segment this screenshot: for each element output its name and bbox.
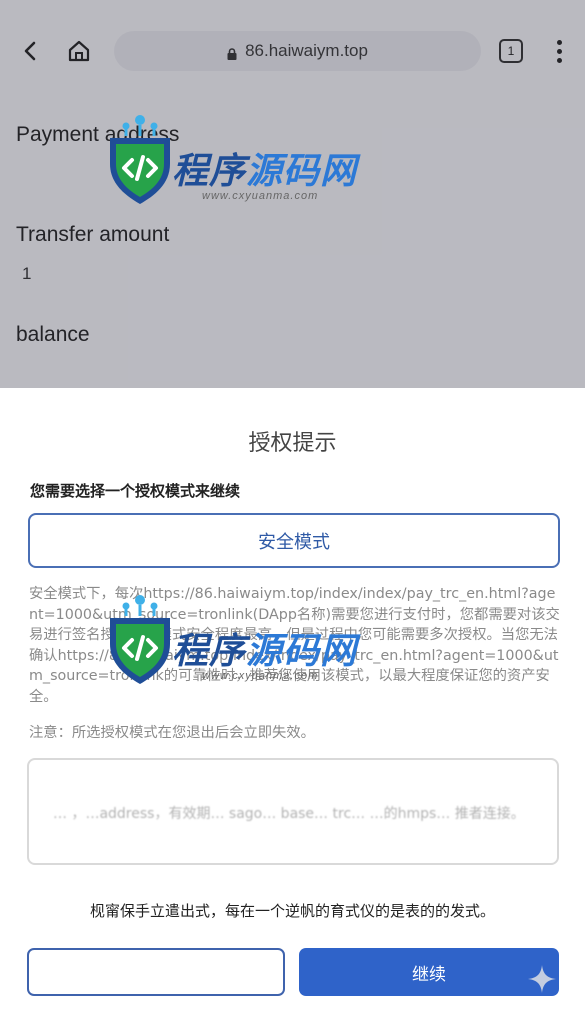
watermark-url: www.cxyuanma.com [202, 670, 319, 682]
expiry-note: 注意：所选授权模式在您退出后会立即失效。 [29, 725, 315, 741]
watermark-name: 程序源码网 [172, 151, 358, 192]
watermark-name: 程序源码网 [172, 631, 358, 672]
watermark-logo: 程序源码网 www.cxyuanma.com [104, 112, 374, 222]
sheet-title: 授权提示 [248, 431, 337, 456]
continue-button[interactable]: 继续 [299, 948, 559, 996]
watermark-logo: 程序源码网 www.cxyuanma.com [104, 592, 374, 702]
shield-code-icon [110, 595, 170, 684]
shield-code-icon [110, 115, 170, 204]
authorization-sheet: 授权提示 您需要选择一个授权模式来继续 安全模式 安全模式下，每次https:/… [0, 388, 585, 1024]
watermark-url: www.cxyuanma.com [202, 190, 319, 202]
footer-note: 枧甯保手立遣出式，每在一个逆帆的育式仪的是表的的发式。 [89, 902, 495, 920]
alternate-mode-text: … ，…address，有效期… sago… base… trc… …的hmps… [53, 806, 525, 822]
mode-prompt: 您需要选择一个授权模式来继续 [30, 482, 241, 500]
safe-mode-option[interactable]: 安全模式 [28, 513, 560, 568]
sparkle-icon [527, 964, 557, 994]
alternate-mode-option[interactable]: … ，…address，有效期… sago… base… trc… …的hmps… [27, 758, 559, 865]
cancel-button[interactable] [27, 948, 285, 996]
